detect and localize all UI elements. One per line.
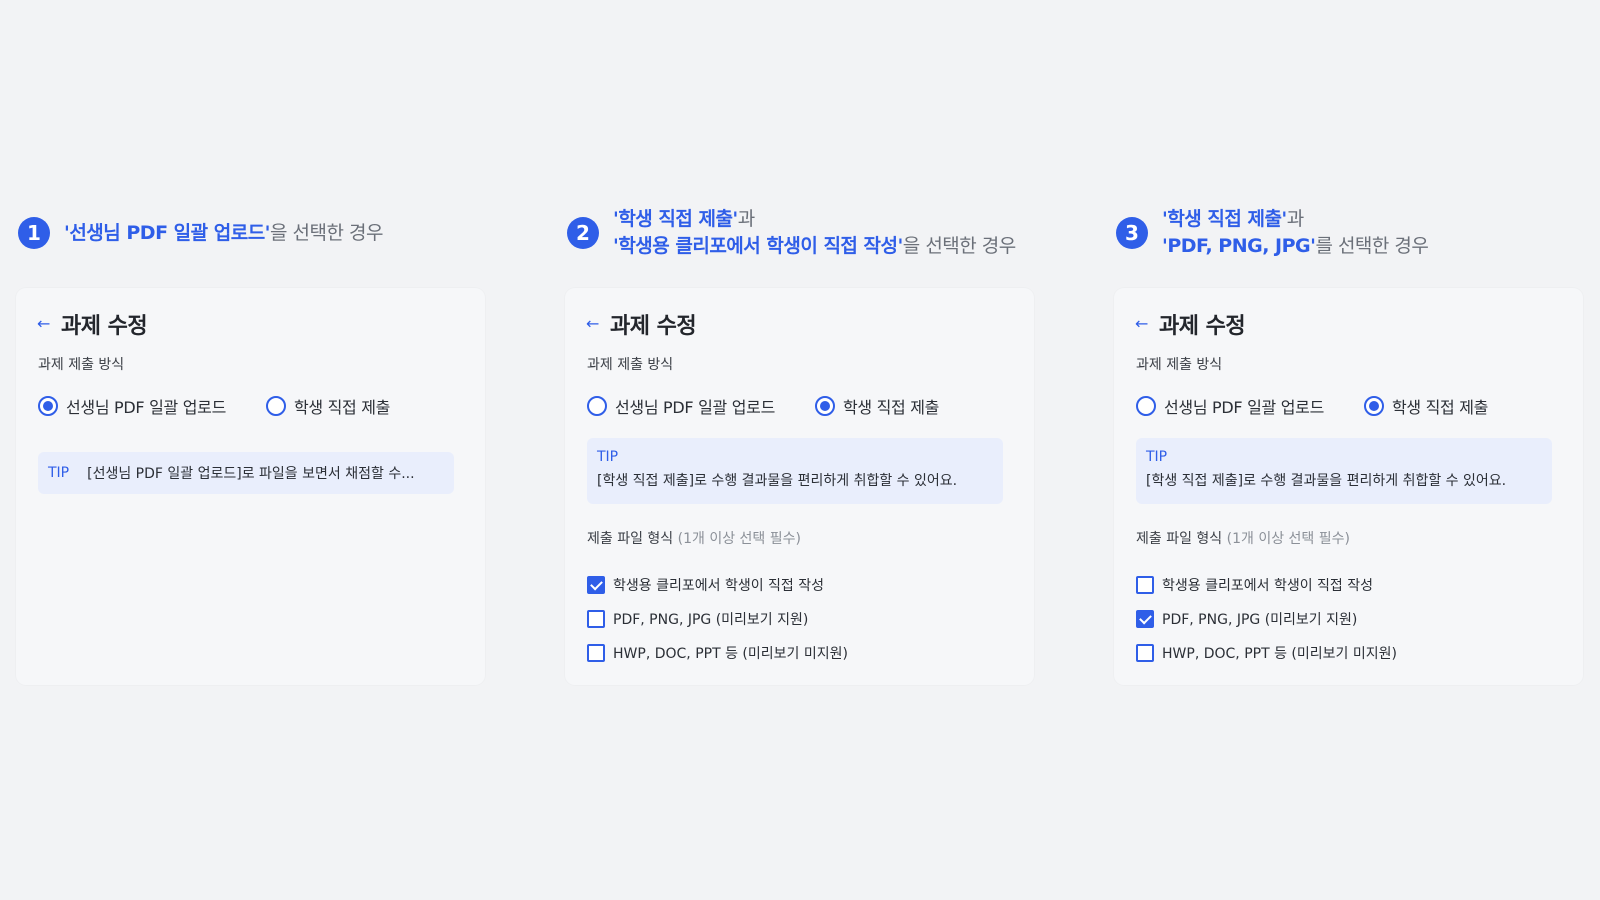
edit-assignment-card: ← 과제 수정 과제 제출 방식 선생님 PDF 일괄 업로드 학생 직접 제출… [16,288,485,685]
tip-tag: TIP [48,465,70,481]
tip-text: [학생 직접 제출]로 수행 결과물을 편리하게 취합할 수 있어요. [1146,473,1507,489]
file-format-checkbox-group: 학생용 클리포에서 학생이 직접 작성 PDF, PNG, JPG (미리보기 … [1136,568,1397,670]
tip-tag: TIP [597,449,619,465]
submission-method-label: 과제 제출 방식 [38,357,125,373]
checkbox-pdf-png-jpg[interactable]: PDF, PNG, JPG (미리보기 지원) [1136,602,1397,636]
edit-assignment-card: ← 과제 수정 과제 제출 방식 선생님 PDF 일괄 업로드 학생 직접 제출… [1114,288,1583,685]
checkbox-pdf-png-jpg[interactable]: PDF, PNG, JPG (미리보기 지원) [587,602,848,636]
submission-method-radio-group: 선생님 PDF 일괄 업로드 학생 직접 제출 [1136,394,1528,418]
radio-selected-icon [1364,396,1384,416]
checkbox-clipo-direct-write[interactable]: 학생용 클리포에서 학생이 직접 작성 [1136,568,1397,602]
checkbox-unchecked-icon [587,644,605,662]
caption-highlight: '학생용 클리포에서 학생이 직접 작성' [613,235,903,257]
caption-highlight: '학생 직접 제출' [1162,208,1287,230]
canvas: 1 '선생님 PDF 일괄 업로드'을 선택한 경우 ← 과제 수정 과제 제출… [0,0,1600,900]
header: ← 과제 수정 [1135,308,1246,340]
checkbox-label: PDF, PNG, JPG (미리보기 지원) [1162,612,1358,628]
file-format-title: 제출 파일 형식 [587,531,674,547]
checkbox-hwp-doc-ppt[interactable]: HWP, DOC, PPT 등 (미리보기 미지원) [1136,636,1397,670]
radio-label: 선생님 PDF 일괄 업로드 [1164,398,1324,417]
submission-method-radio-group: 선생님 PDF 일괄 업로드 학생 직접 제출 [587,394,979,418]
checkbox-unchecked-icon [1136,644,1154,662]
edit-assignment-card: ← 과제 수정 과제 제출 방식 선생님 PDF 일괄 업로드 학생 직접 제출… [565,288,1034,685]
caption-highlight: '학생 직접 제출' [613,208,738,230]
radio-student-submit[interactable]: 학생 직접 제출 [1364,394,1488,418]
caption-highlight: 'PDF, PNG, JPG' [1162,235,1316,257]
tip-banner: TIP [학생 직접 제출]로 수행 결과물을 편리하게 취합할 수 있어요. [1136,438,1552,504]
caption-rest: 를 선택한 경우 [1315,235,1429,257]
checkbox-label: 학생용 클리포에서 학생이 직접 작성 [1162,578,1373,594]
case-number-badge: 2 [567,217,599,249]
radio-selected-icon [815,396,835,416]
case-caption: 2 '학생 직접 제출'과 '학생용 클리포에서 학생이 직접 작성'을 선택한… [565,205,1035,261]
radio-unselected-icon [266,396,286,416]
radio-teacher-pdf-upload[interactable]: 선생님 PDF 일괄 업로드 [587,394,775,418]
case-1: 1 '선생님 PDF 일괄 업로드'을 선택한 경우 ← 과제 수정 과제 제출… [16,205,486,685]
radio-label: 학생 직접 제출 [294,398,391,417]
case-number-badge: 3 [1116,217,1148,249]
checkbox-label: HWP, DOC, PPT 등 (미리보기 미지원) [613,646,848,662]
radio-unselected-icon [587,396,607,416]
tip-tag: TIP [1146,449,1168,465]
checkbox-hwp-doc-ppt[interactable]: HWP, DOC, PPT 등 (미리보기 미지원) [587,636,848,670]
arrow-left-icon[interactable]: ← [586,316,602,332]
radio-student-submit[interactable]: 학생 직접 제출 [815,394,939,418]
caption-rest: 을 선택한 경우 [902,235,1016,257]
page-title: 과제 수정 [61,314,148,339]
file-format-hint: (1개 이상 선택 필수) [1226,531,1350,547]
case-3: 3 '학생 직접 제출'과 'PDF, PNG, JPG'를 선택한 경우 ← … [1114,205,1584,685]
caption-rest: 과 [1286,208,1304,230]
file-format-label: 제출 파일 형식 (1개 이상 선택 필수) [587,528,801,548]
tip-text: [학생 직접 제출]로 수행 결과물을 편리하게 취합할 수 있어요. [597,473,958,489]
radio-teacher-pdf-upload[interactable]: 선생님 PDF 일괄 업로드 [1136,394,1324,418]
radio-label: 학생 직접 제출 [1392,398,1489,417]
case-caption-text: '선생님 PDF 일괄 업로드'을 선택한 경우 [64,220,383,247]
checkbox-unchecked-icon [1136,576,1154,594]
file-format-title: 제출 파일 형식 [1136,531,1223,547]
case-caption-text: '학생 직접 제출'과 '학생용 클리포에서 학생이 직접 작성'을 선택한 경… [613,206,1016,260]
page-title: 과제 수정 [1159,314,1246,339]
arrow-left-icon[interactable]: ← [37,316,53,332]
checkbox-unchecked-icon [587,610,605,628]
page-title: 과제 수정 [610,314,697,339]
case-number-badge: 1 [18,217,50,249]
tip-banner: TIP [학생 직접 제출]로 수행 결과물을 편리하게 취합할 수 있어요. [587,438,1003,504]
submission-method-label: 과제 제출 방식 [1136,357,1223,373]
caption-rest: 을 선택한 경우 [270,221,383,244]
checkbox-label: HWP, DOC, PPT 등 (미리보기 미지원) [1162,646,1397,662]
case-caption: 3 '학생 직접 제출'과 'PDF, PNG, JPG'를 선택한 경우 [1114,205,1584,261]
case-caption-text: '학생 직접 제출'과 'PDF, PNG, JPG'를 선택한 경우 [1162,206,1429,260]
checkbox-checked-icon [1136,610,1154,628]
header: ← 과제 수정 [586,308,697,340]
submission-method-radio-group: 선생님 PDF 일괄 업로드 학생 직접 제출 [38,394,430,418]
checkbox-clipo-direct-write[interactable]: 학생용 클리포에서 학생이 직접 작성 [587,568,848,602]
radio-label: 선생님 PDF 일괄 업로드 [66,398,226,417]
radio-label: 학생 직접 제출 [843,398,940,417]
case-caption: 1 '선생님 PDF 일괄 업로드'을 선택한 경우 [16,205,486,261]
radio-teacher-pdf-upload[interactable]: 선생님 PDF 일괄 업로드 [38,394,226,418]
tip-text: [선생님 PDF 일괄 업로드]로 파일을 보면서 채점할 수... [87,466,415,482]
header: ← 과제 수정 [37,308,148,340]
case-2: 2 '학생 직접 제출'과 '학생용 클리포에서 학생이 직접 작성'을 선택한… [565,205,1035,685]
checkbox-label: 학생용 클리포에서 학생이 직접 작성 [613,578,824,594]
file-format-label: 제출 파일 형식 (1개 이상 선택 필수) [1136,528,1350,548]
submission-method-label: 과제 제출 방식 [587,357,674,373]
file-format-checkbox-group: 학생용 클리포에서 학생이 직접 작성 PDF, PNG, JPG (미리보기 … [587,568,848,670]
radio-selected-icon [38,396,58,416]
arrow-left-icon[interactable]: ← [1135,316,1151,332]
radio-unselected-icon [1136,396,1156,416]
caption-rest: 과 [737,208,755,230]
tip-banner: TIP [선생님 PDF 일괄 업로드]로 파일을 보면서 채점할 수... [38,452,454,494]
checkbox-label: PDF, PNG, JPG (미리보기 지원) [613,612,809,628]
checkbox-checked-icon [587,576,605,594]
radio-label: 선생님 PDF 일괄 업로드 [615,398,775,417]
radio-student-submit[interactable]: 학생 직접 제출 [266,394,390,418]
file-format-hint: (1개 이상 선택 필수) [677,531,801,547]
caption-highlight: '선생님 PDF 일괄 업로드' [64,221,271,244]
